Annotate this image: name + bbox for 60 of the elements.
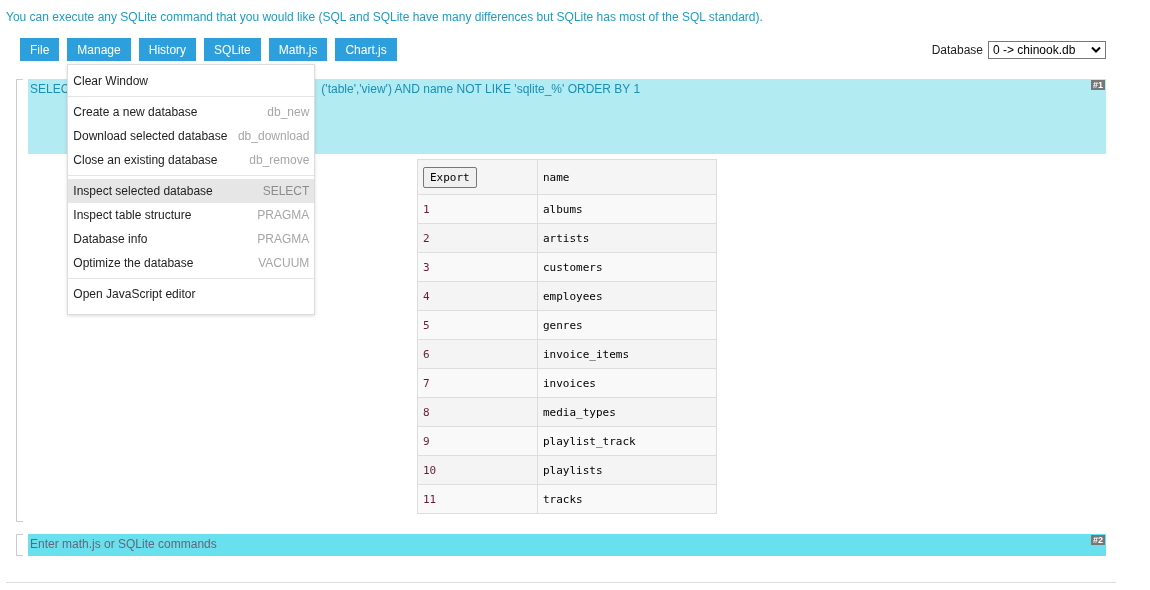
shortcut-hint: PRAGMA	[257, 232, 310, 246]
shortcut-hint: db_new	[267, 105, 310, 119]
table-cell: albums	[537, 194, 717, 224]
query-text: ('table','view') AND name NOT LIKE 'sqlite_%' ORDER BY 1	[321, 82, 641, 96]
row-number: 2	[417, 223, 538, 253]
command-input[interactable]: Enter math.js or SQLite commands #2	[28, 534, 1106, 556]
menu-item-label: Open JavaScript editor	[73, 287, 196, 301]
menu-item[interactable]: Close an existing database db_remove	[68, 148, 315, 172]
database-label: Database	[931, 42, 983, 57]
export-button[interactable]: Export	[423, 166, 477, 188]
database-select[interactable]: 0 -> chinook.db	[988, 40, 1106, 59]
menu-item[interactable]: Clear Window	[68, 69, 315, 93]
intro-text: You can execute any SQLite command that you would like (SQL and SQLite have many differences but SQLite has most of the SQL standard).	[5, 9, 764, 26]
shortcut-hint: db_download	[237, 129, 310, 143]
table-cell: playlists	[537, 455, 717, 485]
cell-number-badge: #1	[1091, 80, 1105, 90]
row-number: 3	[417, 252, 538, 282]
shortcut-hint: PRAGMA	[257, 208, 310, 222]
row-number: 8	[417, 397, 538, 427]
query-text: SELEC	[30, 82, 70, 96]
menu-item-label: Clear Window	[73, 74, 149, 88]
table-cell: invoices	[537, 368, 717, 398]
table-cell: invoice_items	[537, 339, 717, 369]
row-number: 1	[417, 194, 538, 224]
menu-item-label: Database info	[73, 232, 148, 246]
table-cell: artists	[537, 223, 717, 253]
row-number: 11	[417, 484, 538, 514]
menu-item-label: Download selected database	[73, 129, 228, 143]
row-number: 5	[417, 310, 538, 340]
menu-item[interactable]: Optimize the database VACUUM	[68, 251, 315, 275]
placeholder-text: Enter math.js or SQLite commands	[30, 537, 217, 551]
row-number: 7	[417, 368, 538, 398]
menu-item[interactable]: Inspect table structure PRAGMA	[68, 203, 315, 227]
cell-bracket	[16, 534, 23, 556]
chevron-down-icon	[1091, 46, 1101, 53]
row-number: 9	[417, 426, 538, 456]
menu-item-label: Close an existing database	[73, 153, 218, 167]
menu-item-label: Optimize the database	[73, 256, 194, 270]
table-cell: tracks	[537, 484, 717, 514]
table-cell: genres	[537, 310, 717, 340]
menu-item[interactable]: Download selected database db_download	[68, 124, 315, 148]
row-number: 6	[417, 339, 538, 369]
menu-item[interactable]: Inspect selected database SELECT	[68, 179, 315, 203]
menu-item[interactable]: Create a new database db_new	[68, 100, 315, 124]
cell-number-badge: #2	[1091, 535, 1105, 545]
menu-item-label: Inspect selected database	[73, 184, 213, 198]
shortcut-hint: SELECT	[262, 184, 310, 198]
menu-item-label: Create a new database	[73, 105, 198, 119]
table-cell: customers	[537, 252, 717, 282]
header-cell: name	[537, 159, 717, 195]
row-number: 10	[417, 455, 538, 485]
row-number: 4	[417, 281, 538, 311]
shortcut-hint: VACUUM	[258, 256, 310, 270]
menu-item[interactable]: Database info PRAGMA	[68, 227, 315, 251]
table-cell: employees	[537, 281, 717, 311]
table-cell: media_types	[537, 397, 717, 427]
menu-item-label: Inspect table structure	[73, 208, 192, 222]
menu-item[interactable]: Open JavaScript editor	[68, 282, 315, 306]
table-cell: playlist_track	[537, 426, 717, 456]
shortcut-hint: db_remove	[249, 153, 310, 167]
